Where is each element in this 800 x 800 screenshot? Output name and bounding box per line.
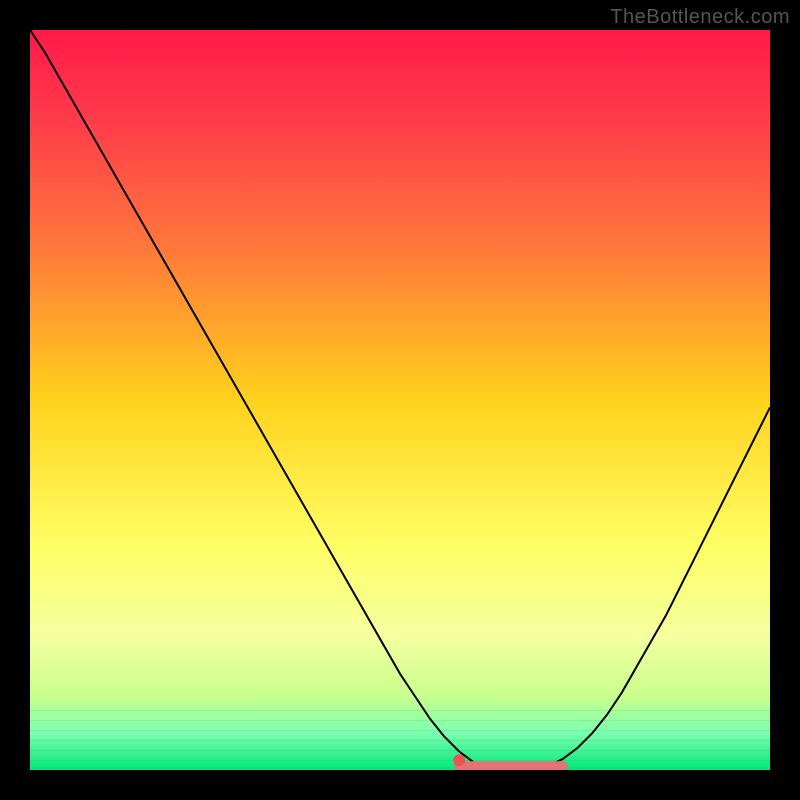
plot-area bbox=[30, 30, 770, 770]
gradient-band-line bbox=[30, 730, 770, 731]
gradient-band-line bbox=[30, 720, 770, 721]
gradient-band-line bbox=[30, 750, 770, 751]
chart-svg bbox=[30, 30, 770, 770]
gradient-band-line bbox=[30, 710, 770, 711]
optimal-point-dot bbox=[453, 754, 465, 766]
gradient-background bbox=[30, 30, 770, 770]
gradient-band-line bbox=[30, 760, 770, 761]
chart-container: TheBottleneck.com bbox=[0, 0, 800, 800]
gradient-band-line bbox=[30, 740, 770, 741]
attribution-text: TheBottleneck.com bbox=[610, 6, 790, 29]
